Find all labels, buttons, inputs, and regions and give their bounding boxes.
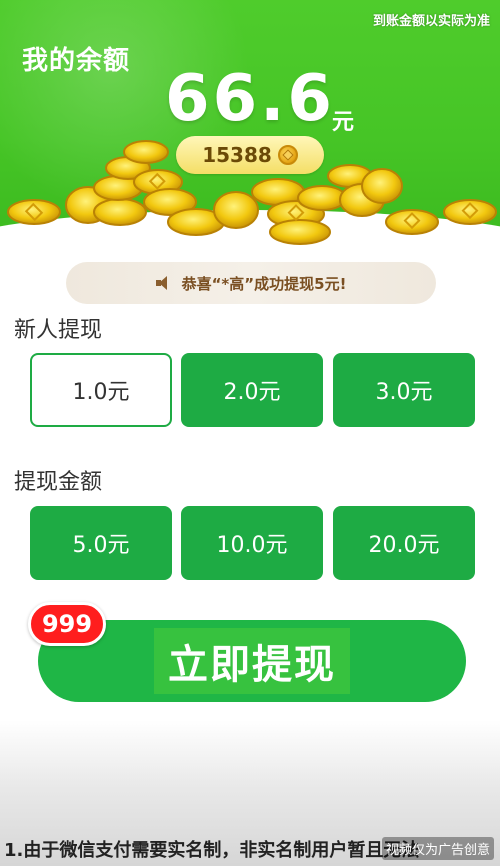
coin-count-pill: 15388	[176, 136, 324, 174]
new-user-option-2[interactable]: 2.0元	[181, 353, 323, 427]
speaker-icon	[155, 276, 174, 290]
amount-option-5[interactable]: 5.0元	[30, 506, 172, 580]
amount-option-20[interactable]: 20.0元	[333, 506, 475, 580]
withdraw-now-label: 立即提现	[154, 628, 350, 694]
notice-text: 恭喜“*高”成功提现5元!	[181, 274, 347, 293]
ad-watermark: 视频仅为广告创意	[381, 837, 494, 860]
withdraw-amount-label: 提现金额	[14, 470, 103, 495]
coin-icon	[277, 145, 298, 165]
amount-option-10[interactable]: 10.0元	[181, 506, 323, 580]
new-user-withdraw-label: 新人提现	[14, 318, 103, 343]
coin-pile-illustration	[7, 140, 497, 245]
count-badge: 999	[28, 602, 106, 646]
withdraw-notice-bar: 恭喜“*高”成功提现5元!	[66, 262, 436, 304]
new-user-option-1[interactable]: 1.0元	[30, 353, 172, 427]
coin-count: 15388	[202, 143, 272, 167]
balance-header: 到账金额以实际为准 我的余额 66.6 元 15388	[0, 0, 500, 250]
new-user-option-3[interactable]: 3.0元	[333, 353, 475, 427]
